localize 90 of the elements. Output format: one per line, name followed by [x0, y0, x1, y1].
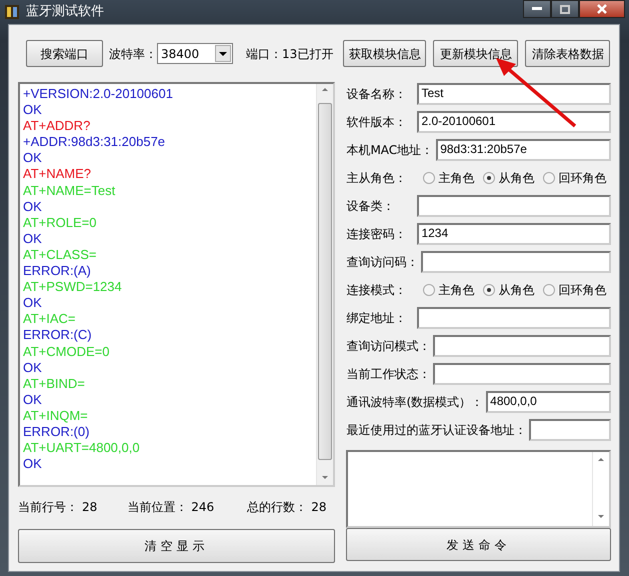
radio-button[interactable]	[423, 172, 436, 184]
minimize-icon	[532, 7, 542, 11]
log-line: OK	[23, 295, 43, 312]
field-label: 查询访问码：	[346, 254, 418, 271]
clear-display-button[interactable]: 清空显示	[18, 529, 336, 563]
log-line: AT+UART=4800,0,0	[23, 440, 141, 456]
log-line: AT+ADDR?	[23, 118, 92, 134]
text-field[interactable]	[417, 307, 611, 329]
text-field[interactable]: 98d3:31:20b57e	[436, 139, 611, 161]
radio-label[interactable]: 回环角色	[558, 281, 606, 299]
log-line: ERROR:(0)	[23, 424, 90, 440]
baud-rate-label: 波特率：	[109, 46, 157, 62]
window-title: 蓝牙测试软件	[26, 3, 104, 22]
scroll-up-icon	[322, 88, 328, 91]
radio-button[interactable]	[483, 284, 496, 296]
radio-button[interactable]	[423, 284, 436, 296]
text-field[interactable]	[433, 335, 611, 357]
log-line: +VERSION:2.0-20100601	[23, 86, 174, 102]
field-label: 查询访问模式：	[346, 338, 430, 355]
radio-label[interactable]: 主角色	[438, 281, 474, 299]
field-label: 本机MAC地址：	[346, 142, 434, 159]
status-label: 当前位置：	[127, 499, 188, 516]
text-field[interactable]: 4800,0,0	[486, 391, 611, 413]
log-line: OK	[23, 102, 43, 118]
text-field[interactable]: Test	[417, 83, 611, 105]
toolbar-button[interactable]: 更新模块信息	[433, 40, 518, 67]
field-label: 设备名称：	[346, 86, 408, 103]
radio-label[interactable]: 主角色	[438, 169, 474, 187]
field-label: 最近使用过的蓝牙认证设备地址：	[346, 422, 526, 439]
status-label: 总的行数：	[247, 499, 308, 516]
radio-label[interactable]: 从角色	[498, 169, 534, 187]
scroll-up-icon	[598, 458, 604, 461]
close-icon	[597, 4, 607, 14]
log-line: AT+NAME?	[23, 166, 92, 183]
radio-label[interactable]: 从角色	[498, 281, 534, 299]
log-line: OK	[23, 198, 43, 215]
field-label: 连接模式：	[346, 282, 408, 299]
send-command-button[interactable]: 发送命令	[346, 528, 611, 561]
field-label: 设备类：	[346, 198, 396, 215]
field-label: 通讯波特率(数据模式）：	[346, 394, 484, 411]
scroll-thumb[interactable]	[318, 103, 332, 460]
text-field[interactable]: 2.0-20100601	[417, 111, 611, 133]
app-icon	[4, 4, 20, 20]
close-button[interactable]	[579, 0, 625, 18]
radio-label[interactable]: 回环角色	[558, 169, 606, 187]
log-line: AT+ROLE=0	[23, 214, 98, 231]
radio-button[interactable]	[483, 172, 496, 184]
field-label: 主从角色：	[346, 170, 408, 187]
log-line: +ADDR:98d3:31:20b57e	[23, 134, 166, 150]
log-line: AT+CMODE=0	[23, 344, 110, 360]
scroll-down-icon	[322, 476, 328, 479]
log-line: AT+CLASS=	[23, 246, 98, 264]
toolbar-button[interactable]: 清除表格数据	[525, 40, 610, 67]
log-line: AT+BIND=	[23, 376, 86, 392]
log-line: OK	[23, 456, 43, 472]
log-line: AT+NAME=Test	[23, 182, 116, 199]
field-label: 当前工作状态：	[346, 366, 430, 383]
radio-button[interactable]	[543, 284, 556, 296]
log-line: OK	[23, 360, 43, 376]
field-label: 软件版本：	[346, 114, 408, 131]
log-line: AT+PSWD=1234	[23, 279, 123, 296]
scrollbar[interactable]	[316, 84, 334, 485]
text-field[interactable]	[529, 419, 611, 441]
log-line: AT+INQM=	[23, 408, 89, 424]
log-line: OK	[23, 392, 43, 408]
text-field[interactable]	[417, 195, 611, 217]
log-line: ERROR:(A)	[23, 263, 92, 280]
status-value: 28	[82, 499, 98, 516]
log-line: AT+IAC=	[23, 311, 77, 328]
text-field[interactable]	[421, 251, 611, 273]
toolbar-button[interactable]: 获取模块信息	[343, 40, 426, 67]
field-label: 绑定地址：	[346, 310, 408, 327]
command-input[interactable]	[346, 450, 611, 528]
maximize-icon	[560, 4, 570, 14]
text-field[interactable]: 1234	[417, 223, 611, 245]
radio-button[interactable]	[543, 172, 556, 184]
status-value: 246	[191, 499, 214, 516]
log-line: OK	[23, 230, 43, 247]
baud-rate-dropdown[interactable]: 38400	[157, 43, 233, 64]
text-field[interactable]	[433, 363, 611, 385]
status-value: 28	[311, 499, 326, 516]
maximize-button[interactable]	[551, 0, 579, 18]
search-port-button[interactable]: 搜索端口	[26, 40, 103, 67]
log-line: OK	[23, 150, 43, 166]
scroll-down-icon	[598, 515, 604, 518]
field-label: 连接密码：	[346, 226, 408, 243]
log-line: ERROR:(C)	[23, 327, 93, 344]
minimize-button[interactable]	[523, 0, 551, 18]
port-status: 端口：13已打开	[246, 46, 334, 62]
status-label: 当前行号：	[18, 499, 78, 516]
